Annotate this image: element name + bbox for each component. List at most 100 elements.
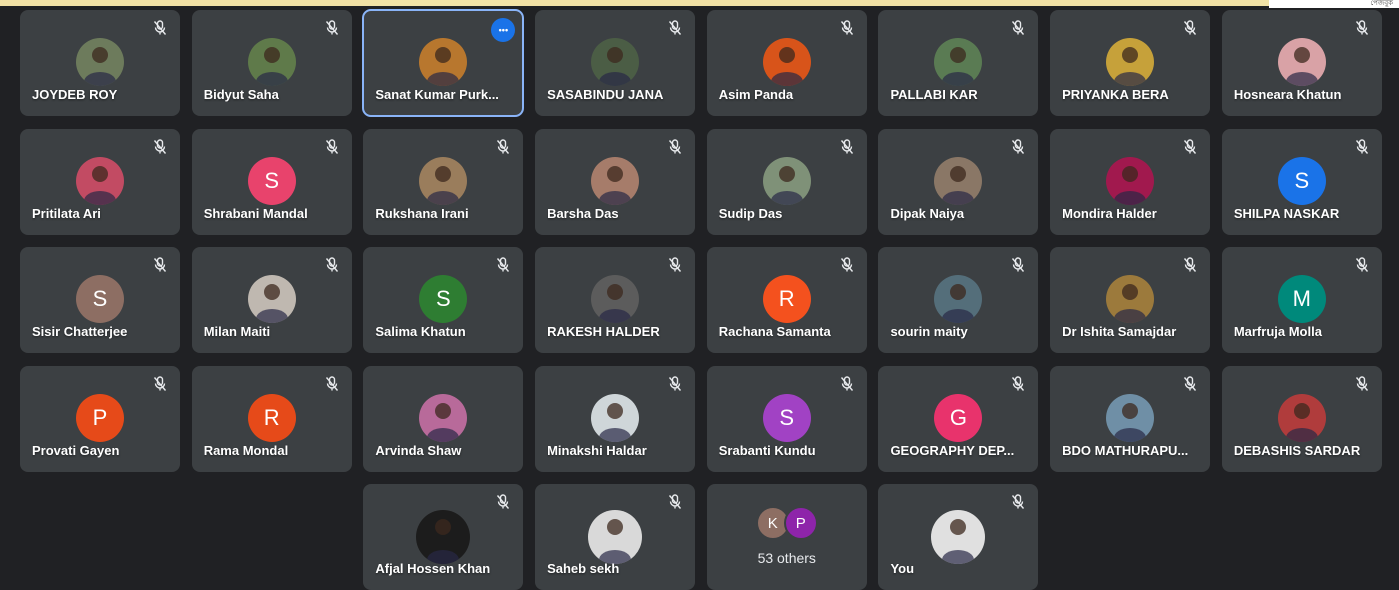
mic-off-icon: [493, 255, 513, 275]
participant-tile[interactable]: Saheb sekh: [535, 484, 696, 590]
participant-tile[interactable]: Arvinda Shaw: [363, 365, 524, 472]
avatar-body-shape: [1114, 309, 1147, 323]
participant-tile[interactable]: ••• Sanat Kumar Purk...: [362, 9, 525, 117]
avatar-body-shape: [942, 72, 975, 86]
participant-avatar: [934, 38, 983, 86]
avatar-body-shape: [599, 427, 632, 442]
avatar-head-shape: [1293, 47, 1310, 63]
participant-tile[interactable]: M Marfruja Molla: [1221, 247, 1382, 353]
mic-off-icon: [493, 492, 513, 512]
participant-tile[interactable]: R Rachana Samanta: [706, 247, 867, 353]
avatar-head-shape: [607, 519, 624, 535]
participant-avatar: [931, 510, 986, 564]
avatar-body-shape: [599, 309, 632, 323]
participant-tile[interactable]: sourin maity: [878, 247, 1039, 353]
avatar-head-shape: [435, 47, 452, 63]
participant-name: Hosneara Khatun: [1233, 87, 1342, 102]
participant-tile[interactable]: Milan Maiti: [191, 247, 352, 353]
participant-tile[interactable]: PALLABI KAR: [878, 10, 1039, 116]
participant-tile[interactable]: Afjal Hossen Khan: [363, 484, 524, 590]
participant-tile[interactable]: R Rama Mondal: [191, 365, 352, 472]
avatar-body-shape: [427, 427, 460, 442]
mic-off-icon: [837, 374, 857, 394]
participant-avatar: [1106, 38, 1155, 86]
participant-avatar: [588, 510, 643, 564]
participant-tile[interactable]: S Shrabani Mandal: [191, 128, 352, 235]
participant-tile[interactable]: JOYDEB ROY: [20, 10, 180, 116]
participant-name: PRIYANKA BERA: [1062, 87, 1169, 102]
participant-tile[interactable]: S Salima Khatun: [363, 247, 524, 353]
corner-label: পেজবুক: [1269, 0, 1399, 8]
participant-avatar: [1106, 275, 1155, 323]
avatar-head-shape: [607, 402, 624, 419]
mic-off-icon: [1180, 137, 1200, 157]
mic-off-icon: [665, 18, 685, 38]
participant-tile[interactable]: Asim Panda: [706, 10, 867, 116]
participant-avatar: [762, 156, 811, 205]
mic-off-icon: [150, 18, 170, 38]
avatar-head-shape: [607, 165, 624, 182]
participant-tile[interactable]: Hosneara Khatun: [1221, 10, 1382, 116]
participant-tile[interactable]: BDO MATHURAPU...: [1050, 365, 1211, 472]
participant-avatar: [934, 156, 983, 205]
participant-name: Bidyut Saha: [203, 87, 279, 102]
avatar-head-shape: [778, 165, 795, 182]
participant-tile[interactable]: Barsha Das: [535, 128, 696, 235]
participant-name: Dipak Naiya: [890, 205, 965, 221]
participant-tile[interactable]: S Srabanti Kundu: [706, 365, 867, 472]
avatar-head-shape: [435, 165, 452, 182]
avatar-head-shape: [92, 47, 108, 63]
participant-avatar: S: [247, 156, 296, 205]
avatar-body-shape: [1285, 72, 1318, 86]
participant-avatar: [419, 38, 468, 86]
participant-tile[interactable]: S SHILPA NASKAR: [1221, 128, 1382, 235]
participant-tile[interactable]: S Sisir Chatterjee: [20, 247, 180, 353]
participant-tile[interactable]: SASABINDU JANA: [535, 10, 696, 116]
mic-off-icon: [1180, 18, 1200, 38]
empty-grid-cell: [20, 484, 180, 590]
participant-tile[interactable]: RAKESH HALDER: [535, 247, 696, 353]
participant-tile[interactable]: Minakshi Haldar: [535, 365, 696, 472]
participant-name: Milan Maiti: [203, 324, 271, 339]
mic-off-icon: [1352, 18, 1372, 38]
mic-off-icon: [1008, 374, 1028, 394]
participant-avatar: G: [934, 393, 983, 442]
participant-tile[interactable]: Dr Ishita Samajdar: [1050, 247, 1211, 353]
mic-off-icon: [1008, 255, 1028, 275]
participant-tile[interactable]: PRIYANKA BERA: [1050, 10, 1211, 116]
avatar-body-shape: [942, 190, 975, 205]
participant-avatar: [934, 275, 983, 323]
participant-tile[interactable]: DEBASHIS SARDAR: [1221, 365, 1382, 472]
participant-avatar: [419, 156, 468, 205]
participant-grid: JOYDEB ROY Bidyut Saha ••• Sanat Kumar Purk…: [20, 9, 1382, 590]
participant-tile[interactable]: Pritilata Ari: [20, 128, 180, 235]
avatar-head-shape: [950, 47, 967, 63]
participant-tile[interactable]: P Provati Gayen: [20, 365, 180, 472]
participant-tile[interactable]: Mondira Halder: [1050, 128, 1211, 235]
avatar-head-shape: [92, 165, 108, 182]
empty-grid-cell: [1050, 484, 1210, 590]
participant-avatar: [762, 38, 811, 86]
participant-name: Barsha Das: [547, 205, 619, 221]
mic-off-icon: [665, 137, 685, 157]
participant-avatar: [247, 275, 296, 323]
participant-tile[interactable]: Sudip Das: [706, 128, 867, 235]
avatar-body-shape: [770, 190, 803, 205]
participant-tile[interactable]: G GEOGRAPHY DEP...: [878, 365, 1039, 472]
avatar-body-shape: [599, 190, 632, 205]
participant-tile[interactable]: Dipak Naiya: [878, 128, 1039, 235]
participant-tile[interactable]: Bidyut Saha: [191, 10, 352, 116]
avatar-head-shape: [1122, 402, 1139, 419]
participant-tile[interactable]: Rukshana Irani: [363, 128, 524, 235]
participant-name: Arvinda Shaw: [375, 442, 462, 458]
avatar-body-shape: [255, 72, 288, 86]
participant-tile[interactable]: You: [878, 484, 1039, 590]
others-tile[interactable]: K P 53 others: [706, 484, 867, 590]
mic-off-icon: [665, 492, 685, 512]
avatar-body-shape: [599, 72, 632, 86]
participant-name: sourin maity: [890, 324, 968, 339]
more-options-icon[interactable]: •••: [491, 18, 516, 42]
mic-off-icon: [322, 255, 342, 275]
mic-off-icon: [1352, 374, 1372, 394]
mic-off-icon: [150, 374, 170, 394]
